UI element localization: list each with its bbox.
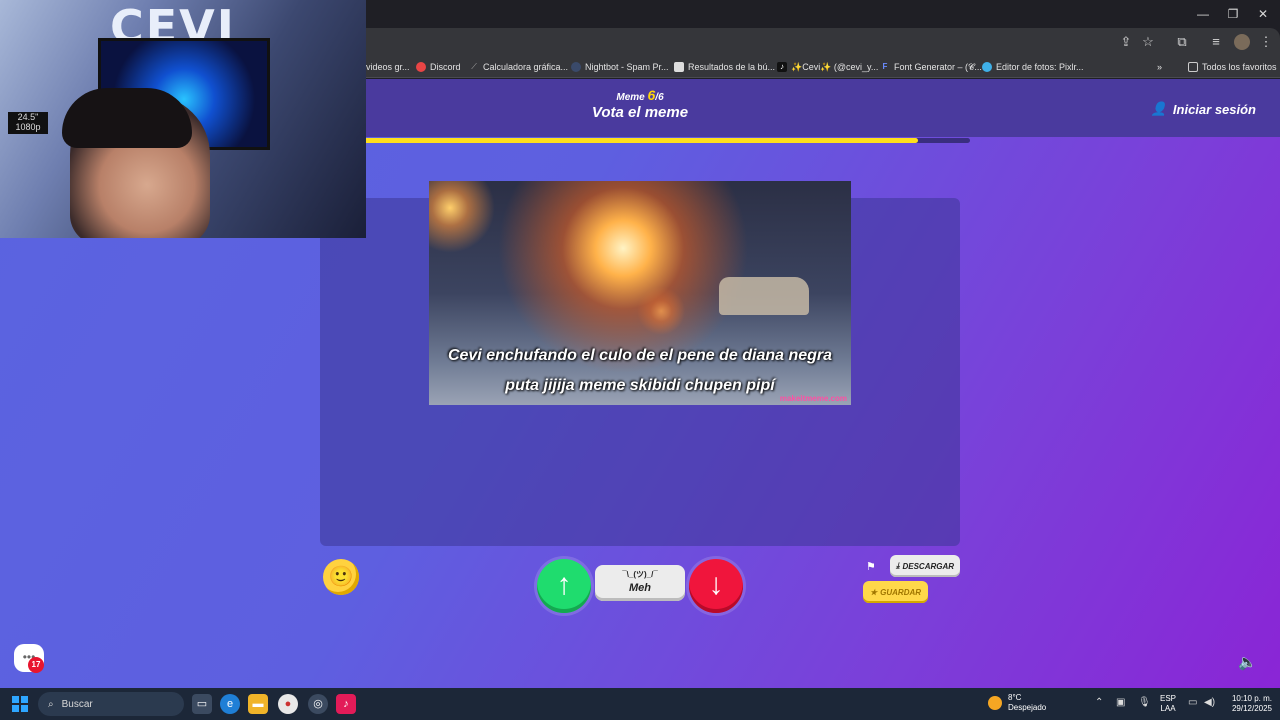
lang-code: ESP — [1160, 694, 1177, 703]
progress-fill — [320, 138, 918, 143]
tray-chevron-icon[interactable]: ⌃ — [1095, 697, 1103, 708]
nightbot-icon — [571, 62, 581, 72]
file-explorer-icon[interactable]: ▬ — [248, 694, 268, 714]
sound-toggle-icon[interactable]: 🔈 — [1238, 653, 1257, 671]
bookmark-label: videos gr... — [366, 62, 410, 72]
obs-icon[interactable]: ◎ — [308, 694, 328, 714]
menu-kebab-icon[interactable]: ⋮ — [1258, 34, 1274, 50]
windows-start-icon[interactable] — [12, 696, 28, 712]
header-center: Meme 6/6 Vota el meme — [540, 87, 740, 121]
search-results-icon — [674, 62, 684, 72]
webcam-monitor-sticker: 24.5" 1080p — [8, 112, 48, 134]
weather-widget[interactable]: 8°C Despejado — [988, 693, 1046, 713]
progress-bar — [320, 138, 970, 143]
bookmark-label: Editor de fotos: Pixlr... — [996, 62, 1084, 72]
restore-button[interactable]: ❐ — [1218, 6, 1248, 22]
taskbar-search[interactable]: ⌕ Buscar — [38, 692, 184, 716]
downvote-button[interactable]: ↓ — [689, 559, 743, 613]
webcam-overlay: CEVI 24.5" 1080p — [0, 0, 366, 238]
close-button[interactable]: ✕ — [1248, 6, 1278, 22]
download-icon: ⤓ — [895, 561, 900, 570]
media-control-icon[interactable]: ≡ — [1208, 34, 1224, 50]
bookmark-item[interactable]: Discord — [416, 60, 461, 74]
meme-caption: Cevi enchufando el culo de el pene de di… — [429, 341, 851, 401]
bookmark-label: ✨Cevi✨ (@cevi_y... — [791, 61, 879, 72]
shrug-face: ¯\_(ツ)_/¯ — [622, 570, 658, 579]
microphone-icon[interactable]: 🎙 — [1138, 697, 1151, 708]
bookmark-label: Font Generator – (𝓒... — [894, 61, 982, 72]
upvote-button[interactable]: ↑ — [537, 559, 591, 613]
meh-button[interactable]: ¯\_(ツ)_/¯ Meh — [595, 565, 685, 601]
tray-app-icon[interactable]: ▣ — [1116, 697, 1125, 708]
windows-taskbar: ⌕ Buscar ▭ e ▬ ● ◎ ♪ 8°C Despejado ⌃ ▣ 🎙… — [0, 688, 1280, 720]
font-icon: F — [882, 62, 888, 71]
smiley-icon: 🙂 — [328, 566, 354, 588]
arrow-up-icon: ↑ — [556, 568, 572, 601]
page-title: Vota el meme — [591, 104, 689, 121]
moon-icon — [988, 696, 1002, 710]
meme-caption-line: Cevi enchufando el culo de el pene de di… — [447, 347, 833, 364]
bookmark-item[interactable]: F Font Generator – (𝓒... — [880, 60, 982, 74]
meme-watermark: makeitmeme.com — [779, 394, 847, 403]
login-button[interactable]: 👤 Iniciar sesión — [1151, 101, 1256, 117]
meme-car-shape — [719, 277, 809, 315]
download-button[interactable]: ⤓ DESCARGAR — [890, 555, 960, 577]
pixlr-icon — [982, 62, 992, 72]
user-icon: 👤 — [1150, 101, 1167, 116]
download-label: DESCARGAR — [902, 561, 955, 571]
calculator-icon: ⟋ — [471, 62, 477, 71]
bookmark-item[interactable]: Editor de fotos: Pixlr... — [982, 60, 1084, 74]
weather-desc: Despejado — [1008, 703, 1047, 712]
install-app-icon[interactable]: ⇪ — [1118, 34, 1134, 50]
language-indicator[interactable]: ESP LAA — [1160, 694, 1176, 714]
minimize-button[interactable]: — — [1188, 6, 1218, 22]
webcam-streamer-hair — [62, 88, 192, 148]
network-icon[interactable]: ▭ — [1188, 697, 1197, 708]
search-icon: ⌕ — [48, 698, 54, 710]
meme-counter-label: Meme — [616, 92, 645, 103]
bookmarks-overflow-icon[interactable]: » — [1157, 60, 1162, 74]
volume-icon[interactable]: ◀) — [1204, 697, 1215, 708]
emoji-reaction-button[interactable]: 🙂 — [323, 559, 359, 595]
taskbar-clock[interactable]: 10:10 p. m. 29/12/2025 — [1222, 694, 1272, 714]
bookmark-item[interactable]: ⟋ Calculadora gráfica... — [469, 60, 568, 74]
bookmark-item[interactable]: Nightbot - Spam Pr... — [571, 60, 669, 74]
profile-avatar[interactable] — [1234, 34, 1250, 50]
bookmark-label: Nightbot - Spam Pr... — [585, 62, 669, 72]
tiktok-studio-icon[interactable]: ♪ — [336, 694, 356, 714]
task-view-icon[interactable]: ▭ — [192, 694, 212, 714]
extensions-icon[interactable]: ⧉ — [1174, 34, 1190, 50]
bookmark-star-icon[interactable]: ☆ — [1140, 34, 1156, 50]
all-bookmarks-label: Todos los favoritos — [1202, 62, 1277, 72]
bookmark-item[interactable]: ♪ ✨Cevi✨ (@cevi_y... — [777, 60, 878, 74]
meme-counter: Meme 6/6 — [540, 87, 740, 103]
lang-region: LAA — [1160, 704, 1176, 713]
vote-controls: ↑ ¯\_(ツ)_/¯ Meh ↓ — [537, 559, 745, 617]
edge-icon[interactable]: e — [220, 694, 240, 714]
weather-temp: 8°C — [1008, 693, 1022, 702]
bookmark-label: Discord — [430, 62, 461, 72]
clock-time: 10:10 p. m. — [1231, 694, 1272, 703]
meh-label: Meh — [629, 582, 651, 594]
chat-notification-badge: 17 — [28, 657, 44, 673]
folder-icon — [1188, 62, 1198, 72]
bookmark-item[interactable]: videos gr... — [366, 60, 410, 74]
arrow-down-icon: ↓ — [708, 568, 724, 601]
meme-total-number: /6 — [655, 92, 664, 103]
save-label: GUARDAR — [880, 587, 922, 597]
login-label: Iniciar sesión — [1172, 101, 1256, 117]
discord-icon — [416, 62, 426, 72]
star-icon: ★ — [869, 587, 878, 597]
bookmark-label: Calculadora gráfica... — [483, 62, 569, 72]
tiktok-icon: ♪ — [777, 62, 787, 72]
chrome-icon[interactable]: ● — [278, 694, 298, 714]
meme-image: Cevi enchufando el culo de el pene de di… — [429, 181, 851, 405]
save-button[interactable]: ★ GUARDAR — [863, 581, 928, 603]
all-bookmarks-folder[interactable]: Todos los favoritos — [1188, 60, 1277, 74]
clock-date: 29/12/2025 — [1231, 704, 1272, 713]
bookmark-item[interactable]: Resultados de la bú... — [674, 60, 775, 74]
bookmark-label: Resultados de la bú... — [688, 62, 776, 72]
taskbar-search-placeholder: Buscar — [61, 698, 93, 710]
report-flag-icon[interactable]: ⚑ — [866, 560, 876, 573]
